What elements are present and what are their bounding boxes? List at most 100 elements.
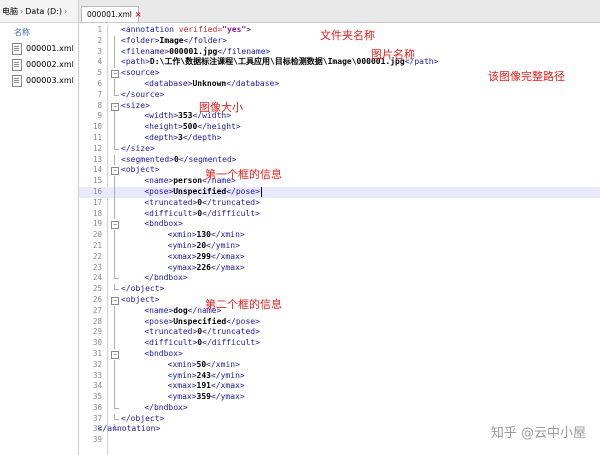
code-text: </bndbox>	[144, 273, 187, 284]
xml-aval: "yes"	[222, 25, 247, 34]
xml-tag: <name>	[144, 176, 174, 186]
code-line[interactable]: 34 <xmax>191</xmax>	[79, 381, 600, 393]
code-line[interactable]: 35 <ymax>359</ymax>	[79, 392, 600, 403]
fold-toggle-icon[interactable]: −	[111, 295, 119, 306]
code-text: <ymin>20</ymin>	[168, 241, 240, 252]
code-text: <difficult>0</difficult>	[144, 338, 260, 349]
xml-tag: </truncated>	[202, 327, 260, 337]
code-line[interactable]: 12 </size>	[79, 143, 600, 155]
xml-tag: >	[246, 25, 252, 34]
line-number: 21	[92, 240, 102, 250]
code-text: <filename>000001.jpg</filename>	[121, 47, 270, 58]
xml-tag: <path>	[121, 57, 150, 67]
code-line[interactable]: 25 </object>	[79, 284, 600, 295]
code-line[interactable]: 16 <pose>Unspecified</pose>	[79, 186, 600, 198]
code-line[interactable]: 19− <bndbox>	[79, 219, 600, 230]
code-line[interactable]: 15 <name>person</name>	[79, 176, 600, 187]
fold-guide	[111, 25, 119, 36]
breadcrumb-item-pc[interactable]: 电脑	[2, 6, 18, 17]
code-line[interactable]: 27 <name>dog</name>	[79, 305, 600, 317]
code-line[interactable]: 20 <xmin>130</xmin>	[79, 230, 600, 241]
tab-000001-xml[interactable]: 000001.xml ×	[81, 6, 142, 22]
xml-tag: <height>	[144, 122, 183, 132]
code-line[interactable]: 32 <xmin>50</xmin>	[79, 359, 600, 371]
line-number: 29	[92, 327, 102, 337]
xml-tag: </depth>	[182, 132, 222, 142]
line-number: 3	[97, 46, 102, 56]
annotation-folder: 文件夹名称	[320, 29, 375, 42]
code-line[interactable]: 30 <difficult>0</difficult>	[79, 338, 600, 349]
xml-val: 299	[196, 251, 211, 261]
line-number: 10	[92, 122, 102, 132]
file-item[interactable]: 000003.xml	[0, 74, 78, 87]
code-line[interactable]: 28 <pose>Unspecified</pose>	[79, 316, 600, 328]
code-line[interactable]: 21 <ymin>20</ymin>	[79, 240, 600, 252]
fold-toggle-icon[interactable]: −	[111, 165, 119, 176]
code-line[interactable]: 24 </bndbox>	[79, 273, 600, 284]
xml-tag: <object>	[121, 165, 160, 175]
xml-tag: <truncated>	[144, 327, 198, 337]
xml-tag: </bndbox>	[144, 273, 188, 283]
xml-tag: </difficult>	[202, 208, 260, 218]
code-line[interactable]: 11 <depth>3</depth>	[79, 132, 600, 144]
line-number: 24	[92, 273, 102, 283]
xml-val: 130	[196, 230, 211, 240]
code-line[interactable]: 23 <ymax>226</ymax>	[79, 262, 600, 274]
code-text: </object>	[121, 414, 164, 425]
line-number: 27	[92, 305, 102, 315]
code-line[interactable]: 18 <difficult>0</difficult>	[79, 208, 600, 220]
file-item[interactable]: 000001.xml	[0, 42, 78, 55]
xml-val: Unspecified	[173, 316, 227, 326]
code-line[interactable]: 26− <object>	[79, 295, 600, 306]
code-area[interactable]: 1 <annotation verified="yes"> 2 <folder>Ima…	[79, 25, 600, 446]
code-text: </annotation>	[98, 424, 161, 435]
code-text: <folder>Image</folder>	[121, 36, 227, 47]
column-header-name[interactable]: 名称	[0, 23, 78, 39]
code-line[interactable]: 14− <object>	[79, 165, 600, 176]
xml-tag: <object>	[121, 294, 160, 304]
code-line[interactable]: 29 <truncated>0</truncated>	[79, 327, 600, 339]
code-line[interactable]: 8− <size>	[79, 101, 600, 112]
fold-toggle-icon[interactable]: −	[111, 101, 119, 112]
breadcrumb-separator-icon: ›	[63, 6, 68, 16]
fold-toggle-icon[interactable]: −	[111, 219, 119, 230]
fold-toggle-icon[interactable]: −	[111, 68, 119, 79]
code-line[interactable]: 10 <height>500</height>	[79, 122, 600, 133]
code-text: <bndbox>	[144, 349, 183, 360]
xml-tag: </segmented>	[178, 154, 237, 164]
code-line[interactable]: 9 <width>353</width>	[79, 111, 600, 123]
line-number: 30	[92, 338, 102, 348]
xml-tag: </ymin>	[210, 370, 245, 380]
code-text: <database>Unknown</database>	[144, 79, 279, 90]
xml-tag: </filename>	[217, 46, 271, 56]
close-tab-icon[interactable]: ×	[135, 10, 142, 19]
fold-guide	[111, 230, 119, 241]
line-number: 17	[92, 197, 102, 207]
code-line[interactable]: 31− <bndbox>	[79, 349, 600, 360]
xml-editor: 000001.xml × 1 <annotation verified="yes"…	[79, 0, 600, 455]
line-number: 34	[92, 381, 102, 391]
code-text: </bndbox>	[144, 403, 187, 414]
line-number: 37	[92, 413, 102, 423]
fold-toggle-icon[interactable]: −	[111, 349, 119, 360]
code-line[interactable]: 7 </source>	[79, 89, 600, 101]
xml-val: 243	[196, 370, 211, 380]
code-line[interactable]: 33 <ymin>243</ymin>	[79, 370, 600, 382]
code-text: <segmented>0</segmented>	[121, 155, 237, 166]
xml-tag: <ymax>	[167, 262, 197, 272]
xml-tag: </ymax>	[210, 262, 245, 272]
breadcrumb-item-drive[interactable]: Data (D:)	[25, 7, 62, 16]
code-line[interactable]: 36 </bndbox>	[79, 402, 600, 414]
xml-val: 20	[196, 240, 207, 250]
line-number: 13	[92, 154, 102, 164]
xml-tag: </size>	[121, 143, 155, 153]
file-item[interactable]: 000002.xml	[0, 58, 78, 71]
code-line[interactable]: 17 <truncated>0</truncated>	[79, 197, 600, 209]
code-line[interactable]: 22 <xmax>299</xmax>	[79, 251, 600, 263]
code-line[interactable]: 4 <path>D:\工作\数据标注课程\工具应用\目标检测数据\Image\00…	[79, 57, 600, 69]
code-line[interactable]: 3 <filename>000001.jpg</filename>	[79, 46, 600, 58]
fold-guide	[111, 154, 119, 166]
xml-val: 359	[196, 392, 211, 402]
code-line[interactable]: 13 <segmented>0</segmented>	[79, 154, 600, 166]
code-text: <xmin>50</xmin>	[168, 360, 240, 371]
